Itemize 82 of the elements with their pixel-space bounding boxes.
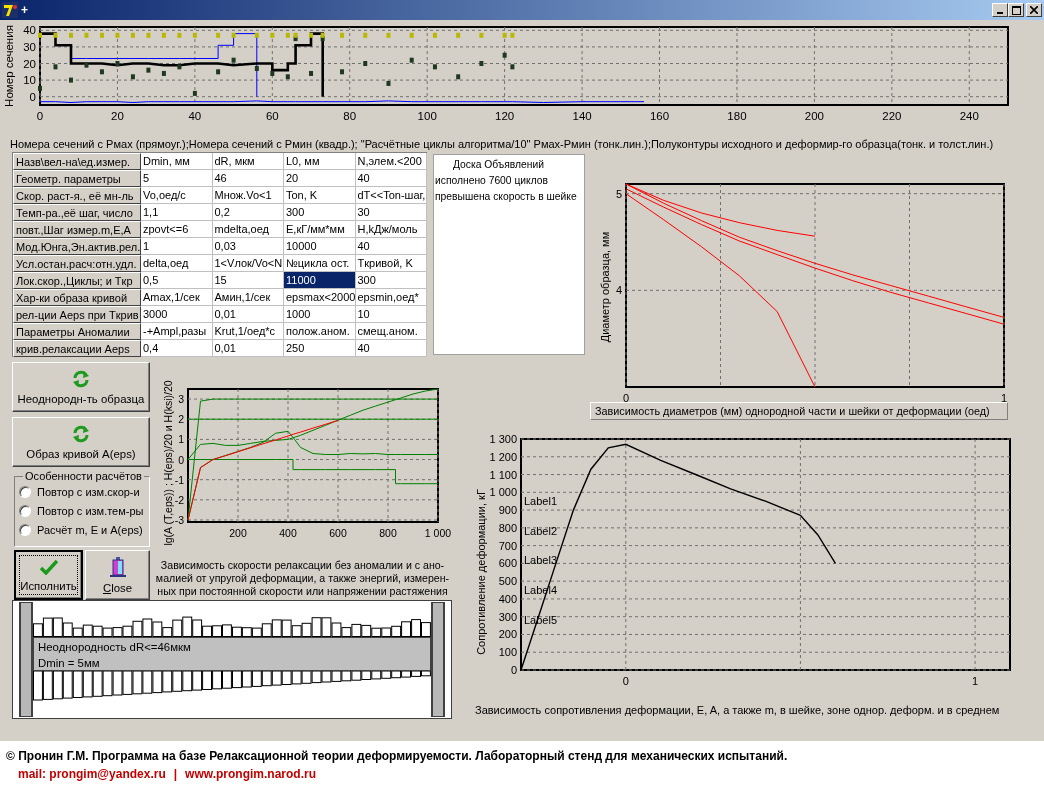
tick-label: 700 [498, 539, 517, 552]
tick-label: 200 [229, 527, 247, 539]
notice-line: исполнено 7600 циклов [435, 174, 550, 188]
tick-label: 0 [178, 453, 184, 466]
tick-label: 1 200 [489, 450, 517, 463]
row-header: крив.релаксации Aeps [13, 340, 141, 357]
tick-label: 10 [23, 74, 36, 87]
tick-label: 200 [498, 628, 517, 641]
tick-label: 20 [23, 57, 36, 70]
tick-label: 200 [804, 110, 824, 122]
tick-label: 120 [495, 110, 515, 122]
row-header: Усл.остан.расч:отн.удл. [13, 255, 141, 272]
tick-label: -3 [174, 514, 184, 526]
row-header: Геометр. параметры [13, 170, 141, 187]
tick-label: 160 [649, 110, 670, 122]
chart-label: Label2 [524, 525, 558, 538]
tick-label: 1 000 [489, 486, 517, 499]
tick-label: 600 [329, 527, 347, 539]
chart-label: Label3 [524, 553, 558, 566]
link-separator: | [173, 767, 178, 781]
tick-label: 1 100 [489, 468, 517, 481]
tick-label: 1 [1000, 392, 1008, 402]
tick-label: 220 [882, 110, 902, 122]
tick-label: 100 [498, 646, 517, 659]
row-header: Параметры Аномалии [13, 323, 141, 340]
window-title: + [21, 3, 29, 17]
tick-label: 1 [178, 433, 184, 446]
tick-label: 30 [23, 40, 36, 53]
axis-title: lg(A (T,eps)) ; H(eps)/20 и H(ksi)/20 [162, 380, 174, 546]
specimen-text: Неоднородность dR<=46мкм [38, 640, 192, 655]
tick-label: 400 [279, 527, 297, 539]
row-header: Назв\вел-на\ед.измер. [13, 153, 141, 170]
tick-label: 40 [23, 24, 36, 37]
tick-label: 140 [572, 110, 592, 122]
tick-label: 500 [498, 575, 517, 588]
tick-label: 80 [343, 110, 357, 122]
chart-caption: Зависимость диаметров (мм) однородной части и шейки от деформации (оед) [590, 402, 1008, 420]
tick-label: 600 [498, 557, 517, 570]
tick-label: 1 [972, 675, 979, 687]
notice-title: Доска Объявлений [452, 158, 546, 172]
tick-label: 0 [622, 675, 629, 687]
tick-label: 0 [36, 110, 44, 122]
tick-label: 60 [265, 110, 279, 122]
tick-label: -2 [174, 493, 184, 506]
copyright-text: © Пронин Г.М. Программа на базе Релаксационной теории деформируемости. Лабораторный стенд для механических испытаний. [6, 749, 789, 763]
chart-caption: Зависимость скорости релаксации без аномалии и с ано- малией от упругой деформации, а также энергий, измерен- ных при постоянной скорости или напряжении растяжения [154, 559, 451, 598]
group-title: Особенности расчётов [24, 470, 143, 482]
row-header: повт.,Шаг измер.m,E,A [13, 221, 141, 238]
tick-label: 1 000 [424, 527, 452, 539]
tick-label: 100 [417, 110, 437, 122]
row-header: Лок.скор.,Циклы; и Tкр [13, 272, 141, 289]
tick-label: 40 [188, 110, 202, 122]
row-header: Мод.Юнга,Эн.актив.рел. [13, 238, 141, 255]
row-header: рел-ции Aeps при Tкрив [13, 306, 141, 323]
row-header: Темп-ра.,её шаг, число [13, 204, 141, 221]
chart-caption: Номера сечений с Pмах (прямоуг.);Номера сечений с Pмин (квадр.); "Расчётные циклы алгоритма/10" Pмах-Pмин (тонк.лин.);Полуконтуры исходного и деформир-го образца(тонк. и толст.лин.) [9, 138, 995, 150]
specimen-text: Dmin = 5мм [38, 656, 101, 671]
tick-label: 1 300 [489, 433, 517, 445]
axis-title: Номер сечения [3, 25, 15, 107]
tick-label: 3 [178, 393, 184, 406]
axis-title: Диаметр образца, мм [599, 231, 611, 343]
tick-label: 4 [615, 284, 622, 297]
chart-label: Label1 [524, 495, 558, 508]
tick-label: 0 [622, 392, 630, 402]
tick-label: 300 [498, 610, 517, 623]
tick-label: 5 [615, 187, 622, 200]
tick-label: 180 [727, 110, 747, 122]
tick-label: 240 [959, 110, 979, 122]
tick-label: 400 [498, 592, 517, 605]
tick-label: 0 [510, 664, 517, 676]
tick-label: 20 [111, 110, 124, 122]
notice-line: превышена скорость в шейке [435, 190, 578, 204]
row-header: Скор. раст-я., её мн-ль [13, 187, 141, 204]
row-header: Хар-ки образа кривой [13, 289, 141, 306]
chart-caption: Зависимость сопротивления деформации, E, A, а также m, в шейке, зоне однор. деформ. и в среднем [474, 704, 1001, 716]
tick-label: 800 [498, 521, 517, 534]
tick-label: -1 [174, 473, 184, 486]
tick-label: 800 [379, 527, 397, 539]
tick-label: 0 [29, 90, 36, 103]
tick-label: 900 [498, 504, 517, 517]
tick-label: 2 [178, 413, 184, 426]
axis-title: Сопротивление деформации, кГ [475, 489, 487, 655]
